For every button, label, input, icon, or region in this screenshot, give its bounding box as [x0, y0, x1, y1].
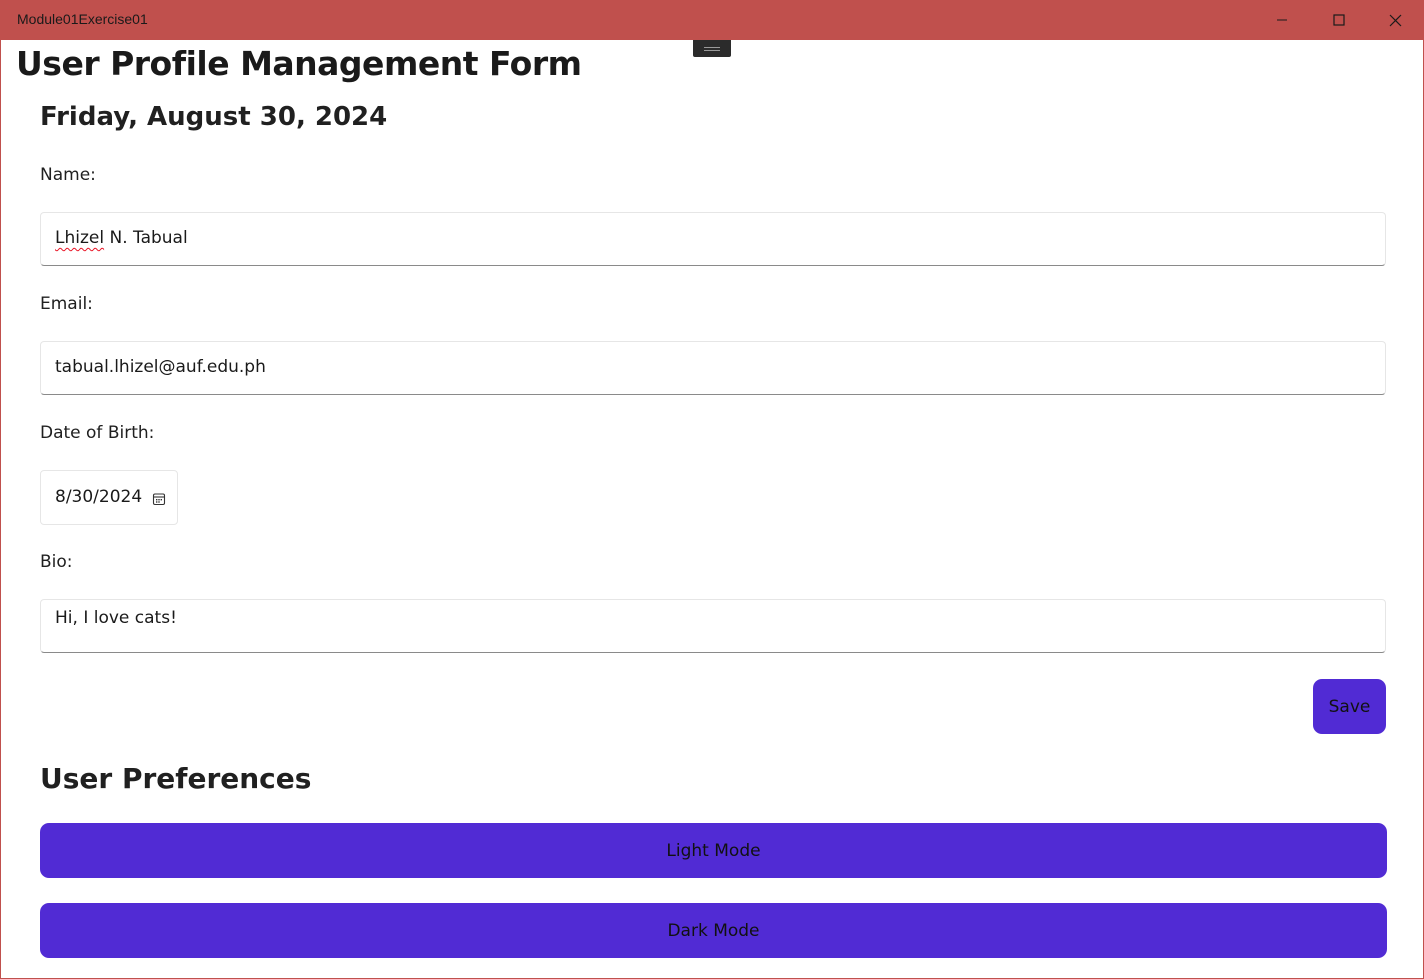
maximize-icon — [1332, 14, 1345, 26]
light-mode-button[interactable]: Light Mode — [40, 823, 1387, 878]
maximize-button[interactable] — [1310, 0, 1367, 40]
email-value: tabual.lhizel@auf.edu.ph — [55, 357, 266, 377]
bio-field[interactable]: Hi, I love cats! — [40, 599, 1386, 653]
calendar-icon[interactable] — [152, 491, 166, 510]
page-title: User Profile Management Form — [16, 44, 582, 83]
name-value: Lhizel N. Tabual — [55, 228, 188, 248]
name-rest: N. Tabual — [104, 228, 188, 248]
close-button[interactable] — [1367, 0, 1424, 40]
dark-mode-button[interactable]: Dark Mode — [40, 903, 1387, 958]
save-button[interactable]: Save — [1313, 679, 1386, 734]
email-field[interactable]: tabual.lhizel@auf.edu.ph — [40, 341, 1386, 395]
drag-handle[interactable] — [693, 40, 731, 57]
minimize-icon — [1276, 14, 1288, 26]
date-heading: Friday, August 30, 2024 — [40, 102, 388, 132]
name-label: Name: — [40, 165, 96, 185]
bio-value: Hi, I love cats! — [55, 608, 177, 628]
bio-label: Bio: — [40, 552, 73, 572]
preferences-heading: User Preferences — [40, 762, 312, 795]
title-bar[interactable]: Module01Exercise01 — [1, 0, 1424, 40]
name-first: Lhizel — [55, 228, 105, 248]
app-window: Module01Exercise01 User Profile Manageme… — [0, 0, 1424, 979]
dob-picker[interactable]: 8/30/2024 — [40, 470, 178, 525]
minimize-button[interactable] — [1253, 0, 1310, 40]
email-label: Email: — [40, 294, 93, 314]
close-icon — [1389, 14, 1402, 27]
name-field[interactable]: Lhizel N. Tabual — [40, 212, 1386, 266]
window-title: Module01Exercise01 — [17, 11, 148, 27]
dob-value: 8/30/2024 — [55, 487, 143, 507]
dob-label: Date of Birth: — [40, 423, 155, 443]
